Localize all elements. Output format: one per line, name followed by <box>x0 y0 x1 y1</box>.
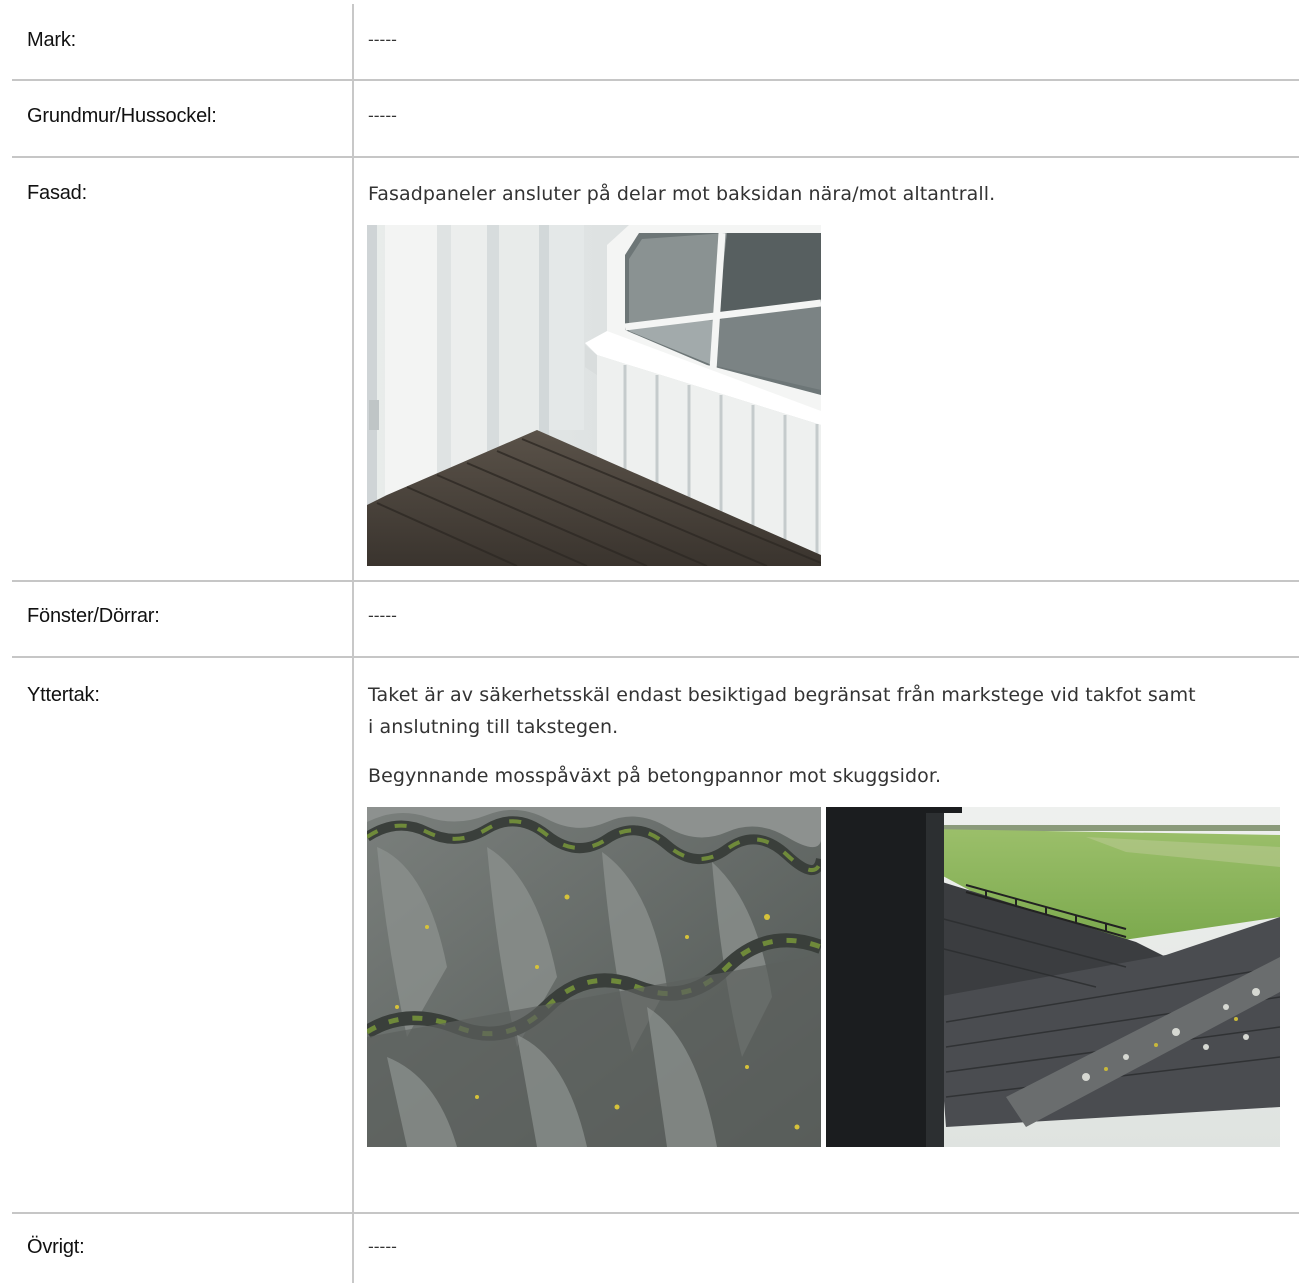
row-value-yttertak-para2: Begynnande mosspåväxt på betongpannor mo… <box>368 765 942 787</box>
row-label-mark: Mark: <box>27 29 77 51</box>
column-divider <box>352 4 354 1283</box>
facade-photo <box>367 225 821 566</box>
row-divider <box>12 79 1299 81</box>
row-label-fasad: Fasad: <box>27 182 87 204</box>
row-value-fasad: Fasadpaneler ansluter på delar mot baksi… <box>368 183 996 205</box>
row-label-grundmur: Grundmur/Hussockel: <box>27 105 217 127</box>
row-value-yttertak-line2: i anslutning till takstegen. <box>368 716 619 738</box>
row-label-ovrigt: Övrigt: <box>27 1236 85 1258</box>
row-divider <box>12 580 1299 582</box>
row-divider <box>12 156 1299 158</box>
row-value-mark: ----- <box>368 30 397 49</box>
row-value-yttertak-line1: Taket är av säkerhetsskäl endast besikti… <box>368 684 1196 706</box>
roof-tiles-photo <box>367 807 821 1147</box>
roof-overview-photo <box>826 807 1280 1147</box>
row-value-grundmur: ----- <box>368 106 397 125</box>
row-value-fonster: ----- <box>368 606 397 625</box>
row-value-ovrigt: ----- <box>368 1237 397 1256</box>
row-divider <box>12 656 1299 658</box>
row-label-fonster: Fönster/Dörrar: <box>27 605 160 627</box>
row-divider <box>12 1212 1299 1214</box>
row-label-yttertak: Yttertak: <box>27 684 100 706</box>
